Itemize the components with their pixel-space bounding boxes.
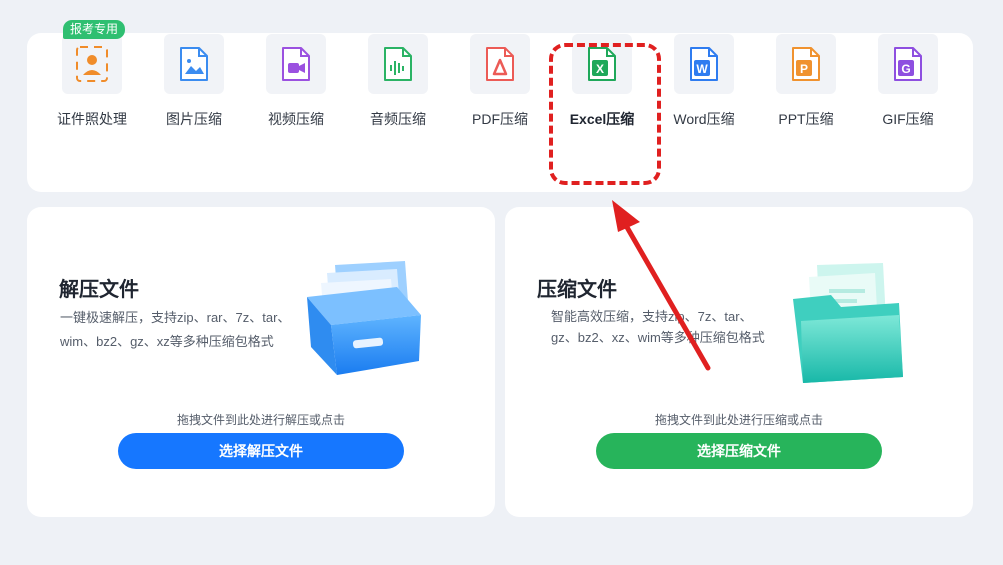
tool-tile[interactable] (470, 34, 530, 94)
compress-hint: 拖拽文件到此处进行压缩或点击 (654, 413, 823, 427)
file-cabinet-icon (307, 261, 421, 375)
tool-label: 证件照处理 (57, 111, 127, 127)
compress-card[interactable]: 压缩文件 智能高效压缩，支持zip、7z、tar、gz、bz2、xz、wim等多… (505, 207, 973, 517)
tool-label: PDF压缩 (472, 111, 528, 127)
tool-image[interactable]: 图片压缩 (143, 34, 245, 144)
tool-tile[interactable] (62, 34, 122, 94)
image-file-icon (180, 47, 208, 81)
tool-label: 视频压缩 (268, 111, 324, 127)
tool-pdf[interactable]: PDF压缩 (449, 34, 551, 144)
tool-tile[interactable]: W (674, 34, 734, 94)
svg-text:X: X (596, 62, 604, 76)
ppt-file-icon: P (792, 47, 820, 81)
tool-excel[interactable]: X Excel压缩 (551, 34, 653, 144)
tool-label: Word压缩 (673, 111, 735, 127)
tool-tile[interactable] (266, 34, 326, 94)
tool-gif[interactable]: G GIF压缩 (857, 34, 959, 144)
svg-text:W: W (696, 62, 708, 76)
tool-label: 图片压缩 (166, 111, 222, 127)
tool-tile[interactable] (164, 34, 224, 94)
audio-file-icon (384, 47, 412, 81)
tool-label: Excel压缩 (569, 111, 635, 127)
tool-word[interactable]: W Word压缩 (653, 34, 755, 144)
compress-description: 智能高效压缩，支持zip、7z、tar、gz、bz2、xz、wim等多种压缩包格… (551, 309, 765, 345)
select-compress-file-button[interactable]: 选择压缩文件 (596, 433, 882, 469)
tool-audio[interactable]: 音频压缩 (347, 34, 449, 144)
exam-badge: 报考专用 (63, 20, 126, 39)
tool-label: GIF压缩 (882, 111, 934, 127)
decompress-card[interactable]: 解压文件 一键极速解压，支持zip、rar、7z、tar、wim、bz2、gz、… (27, 207, 495, 517)
tool-tile[interactable] (368, 34, 428, 94)
svg-text:G: G (901, 62, 910, 76)
folder-icon (793, 263, 903, 383)
tool-id-photo[interactable]: 证件照处理 (41, 34, 143, 144)
video-file-icon (282, 47, 310, 81)
excel-file-icon: X (588, 47, 616, 81)
decompress-hint: 拖拽文件到此处进行解压或点击 (176, 413, 345, 427)
gif-file-icon: G (894, 47, 922, 81)
tool-tile[interactable]: G (878, 34, 938, 94)
tool-tile[interactable]: P (776, 34, 836, 94)
pdf-file-icon (486, 47, 514, 81)
tool-label: PPT压缩 (778, 111, 834, 127)
decompress-title: 解压文件 (59, 279, 139, 301)
select-decompress-file-button[interactable]: 选择解压文件 (118, 433, 404, 469)
tool-tile[interactable]: X (572, 34, 632, 94)
compress-title: 压缩文件 (537, 279, 617, 301)
decompress-description: 一键极速解压，支持zip、rar、7z、tar、wim、bz2、gz、xz等多种… (60, 310, 291, 349)
id-photo-icon (76, 46, 108, 82)
tool-label: 音频压缩 (370, 111, 426, 127)
svg-text:P: P (800, 62, 808, 76)
tool-video[interactable]: 视频压缩 (245, 34, 347, 144)
word-file-icon: W (690, 47, 718, 81)
tool-ppt[interactable]: P PPT压缩 (755, 34, 857, 144)
